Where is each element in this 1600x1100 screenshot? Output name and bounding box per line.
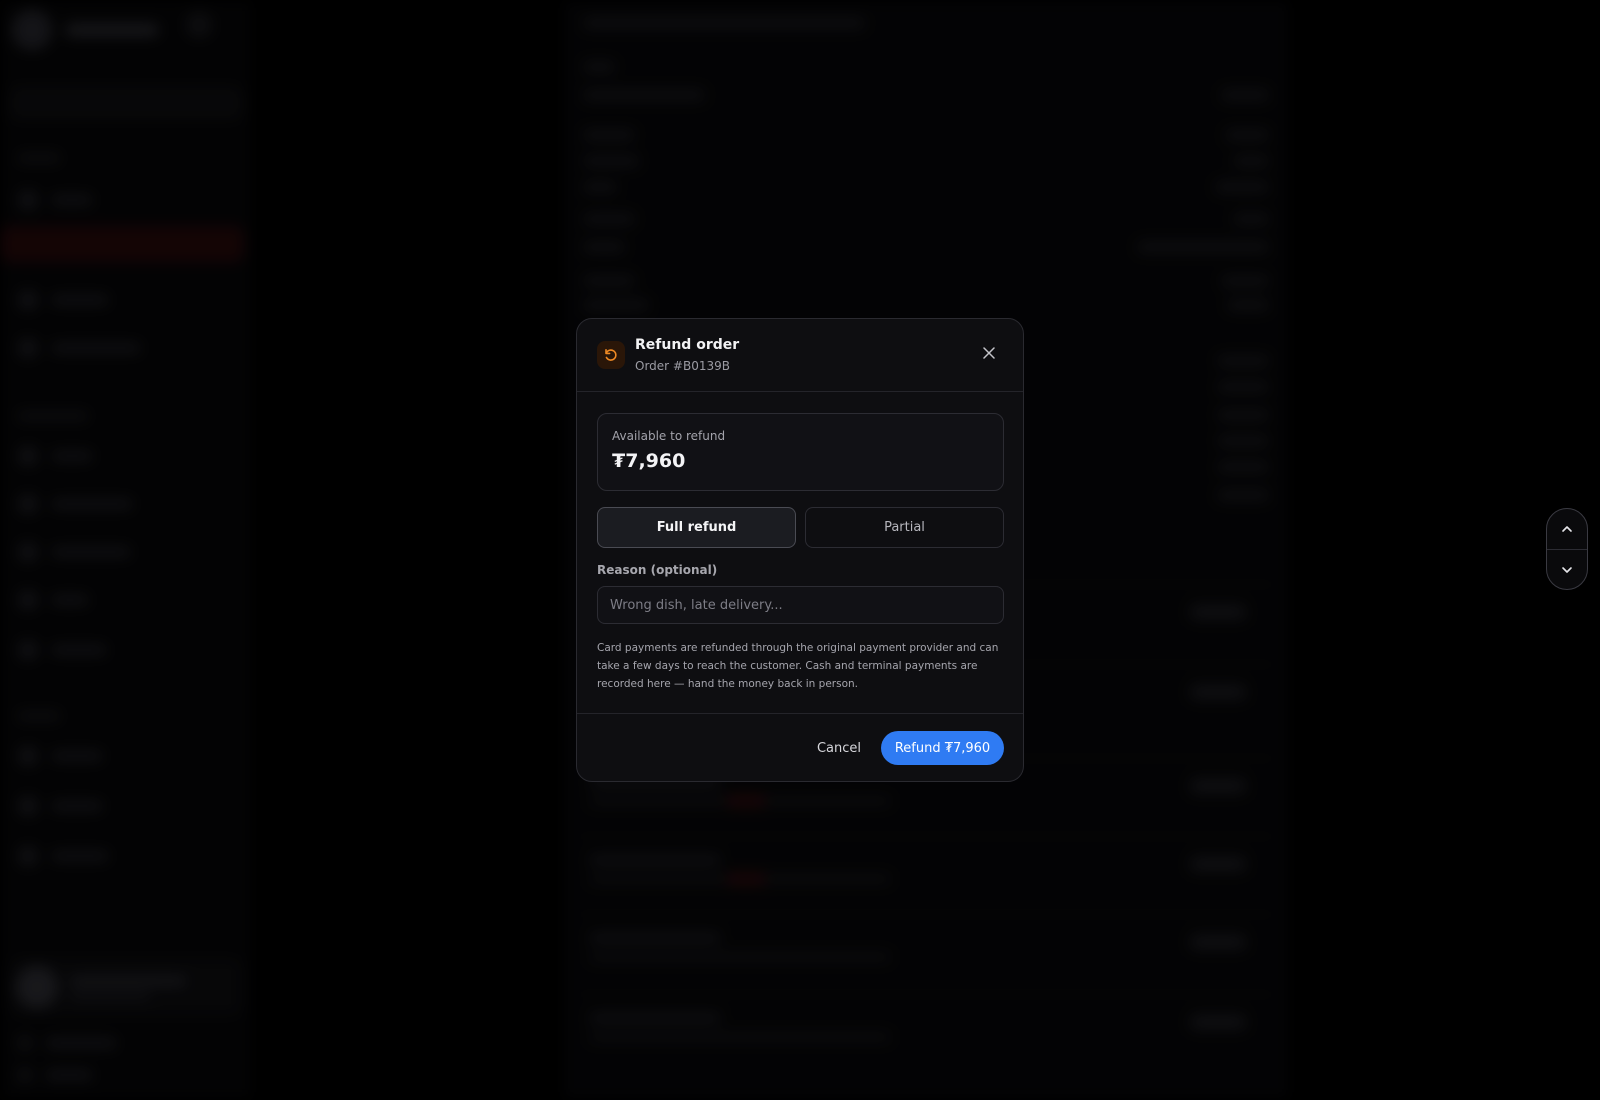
close-icon [983, 347, 995, 359]
chevron-down-icon [1562, 566, 1572, 573]
available-to-refund-card: Available to refund ₮7,960 [597, 413, 1004, 491]
full-refund-option[interactable]: Full refund [597, 507, 796, 548]
refund-dialog: Refund order Order #B0139B Available to … [576, 318, 1024, 782]
reason-input[interactable] [597, 586, 1004, 624]
refund-info-text: Card payments are refunded through the o… [597, 642, 999, 690]
reason-label: Reason (optional) [597, 563, 718, 577]
close-button[interactable] [977, 341, 1001, 365]
order-number: Order #B0139B [635, 359, 730, 373]
cancel-button[interactable]: Cancel [803, 731, 875, 765]
scroll-down-button[interactable] [1547, 549, 1587, 589]
available-amount: ₮7,960 [612, 450, 686, 472]
scroll-up-button[interactable] [1547, 509, 1587, 549]
partial-refund-option[interactable]: Partial [805, 507, 1004, 548]
available-label: Available to refund [612, 429, 726, 443]
refund-icon [597, 341, 625, 369]
dialog-footer: Cancel Refund ₮7,960 [577, 713, 1023, 781]
scroll-navigation [1546, 508, 1588, 590]
confirm-refund-button[interactable]: Refund ₮7,960 [881, 731, 1004, 765]
dialog-header: Refund order Order #B0139B [577, 319, 1023, 392]
chevron-up-icon [1562, 526, 1572, 532]
dialog-title: Refund order [635, 337, 740, 353]
